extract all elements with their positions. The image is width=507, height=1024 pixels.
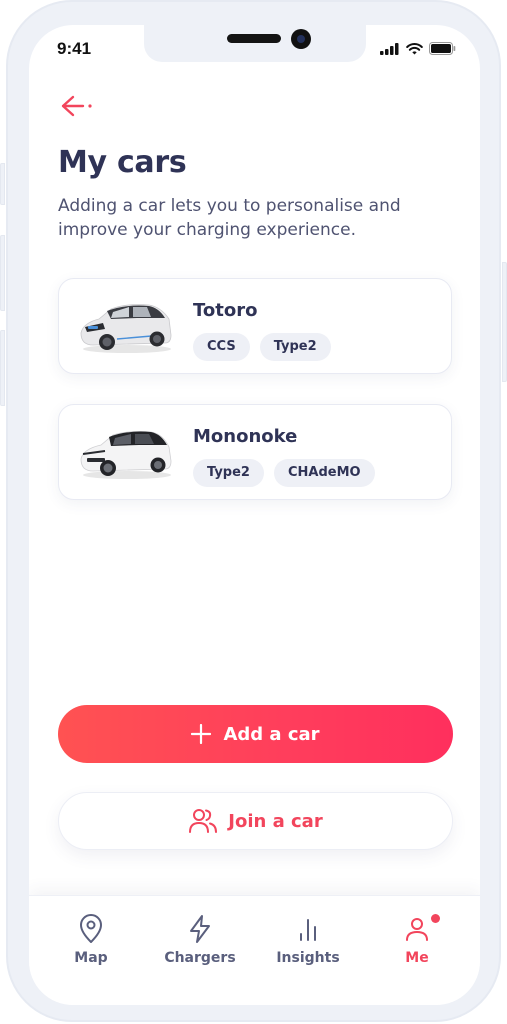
page-subtitle: Adding a car lets you to personalise and… (58, 196, 401, 240)
status-time: 9:41 (57, 39, 92, 58)
connector-chip: Type2 (193, 459, 264, 487)
bottom-tab-bar: Map Chargers Insights Me (29, 895, 480, 1005)
back-button[interactable] (59, 93, 95, 119)
tab-map[interactable]: Map (46, 914, 136, 966)
join-car-button[interactable]: Join a car (58, 792, 453, 850)
volume-up-button (0, 235, 5, 311)
page-title: My cars (58, 145, 187, 180)
add-car-label: Add a car (223, 723, 320, 745)
arrow-left-icon (61, 95, 92, 117)
join-car-label: Join a car (228, 810, 323, 832)
connector-chip: Type2 (259, 333, 331, 361)
plus-icon (191, 724, 212, 744)
car-bmw-i3-image (80, 304, 172, 353)
notch (144, 25, 366, 62)
tab-chargers[interactable]: Chargers (155, 914, 245, 966)
lightning-icon (190, 915, 210, 943)
battery-icon (429, 42, 456, 55)
wifi-icon (406, 42, 423, 54)
connector-chips: CCS Type2 (193, 333, 331, 361)
screen: 9:41 My cars Adding a car lets you to pe… (29, 25, 480, 1005)
user-icon (406, 918, 428, 941)
users-icon (189, 809, 218, 833)
mute-switch (0, 163, 5, 205)
connector-chip: CHAdeMO (273, 459, 375, 487)
tab-label: Map (74, 950, 108, 966)
speaker (227, 34, 281, 43)
status-icons (380, 42, 456, 55)
bar-chart-icon (300, 919, 316, 941)
connector-chips: Type2 CHAdeMO (193, 459, 375, 487)
power-button (502, 262, 507, 382)
notification-dot (431, 914, 440, 923)
car-card[interactable]: Mononoke Type2 CHAdeMO (58, 404, 452, 500)
add-car-button[interactable]: Add a car (58, 705, 453, 763)
car-name: Mononoke (193, 426, 298, 447)
tab-insights[interactable]: Insights (263, 914, 353, 966)
car-vw-id3-image (80, 431, 172, 479)
front-camera (291, 29, 311, 49)
car-card[interactable]: Totoro CCS Type2 (58, 278, 452, 374)
car-name: Totoro (193, 300, 258, 321)
tab-label: Me (405, 950, 429, 966)
connector-chip: CCS (193, 333, 250, 361)
tab-label: Insights (276, 950, 340, 966)
signal-icon (380, 42, 399, 55)
tab-me[interactable]: Me (372, 914, 462, 966)
map-pin-icon (80, 914, 102, 943)
tab-label: Chargers (164, 950, 236, 966)
volume-down-button (0, 330, 5, 406)
